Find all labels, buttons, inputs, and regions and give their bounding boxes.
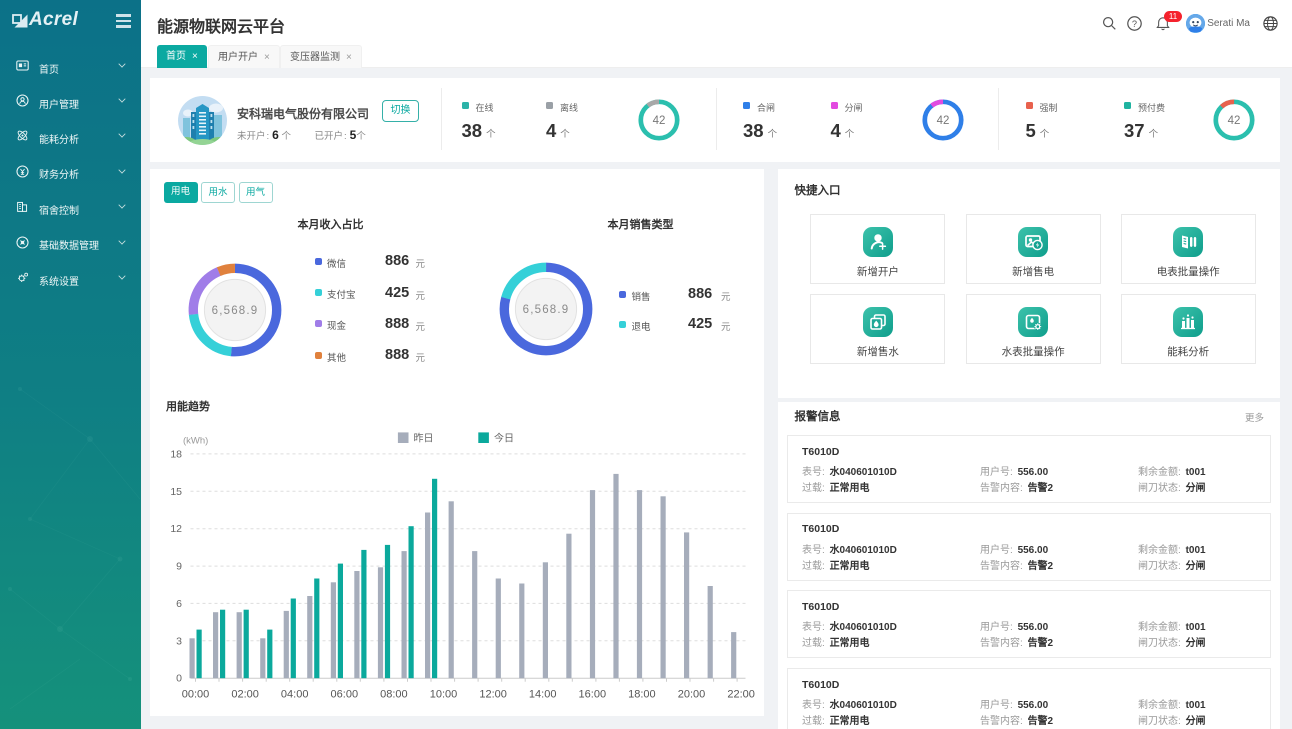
svg-text:9: 9 <box>176 561 182 573</box>
svg-text:0: 0 <box>176 673 182 685</box>
svg-text:12:00: 12:00 <box>479 689 507 701</box>
svg-text:42: 42 <box>937 115 950 127</box>
svg-text:(kWh): (kWh) <box>183 436 208 447</box>
svg-text:20:00: 20:00 <box>677 689 705 701</box>
svg-text:14:00: 14:00 <box>528 689 556 701</box>
svg-text:昨日: 昨日 <box>413 433 433 445</box>
svg-text:02:00: 02:00 <box>231 689 259 701</box>
svg-text:42: 42 <box>1228 115 1241 127</box>
svg-text:06:00: 06:00 <box>330 689 358 701</box>
svg-text:15: 15 <box>170 486 182 498</box>
svg-text:6: 6 <box>176 598 182 610</box>
svg-text:16:00: 16:00 <box>578 689 606 701</box>
svg-text:6,568.9: 6,568.9 <box>211 305 258 317</box>
svg-text:00:00: 00:00 <box>181 689 209 701</box>
svg-text:04:00: 04:00 <box>280 689 308 701</box>
svg-text:10:00: 10:00 <box>429 689 457 701</box>
svg-text:6,568.9: 6,568.9 <box>523 304 570 316</box>
svg-text:3: 3 <box>176 635 182 647</box>
svg-text:42: 42 <box>653 115 666 127</box>
svg-text:今日: 今日 <box>494 432 514 445</box>
svg-text:18: 18 <box>170 448 182 460</box>
svg-text:22:00: 22:00 <box>727 689 755 701</box>
svg-text:12: 12 <box>170 523 182 535</box>
svg-text:?: ? <box>1132 19 1137 29</box>
svg-text:08:00: 08:00 <box>380 689 408 701</box>
svg-text:18:00: 18:00 <box>628 689 656 701</box>
